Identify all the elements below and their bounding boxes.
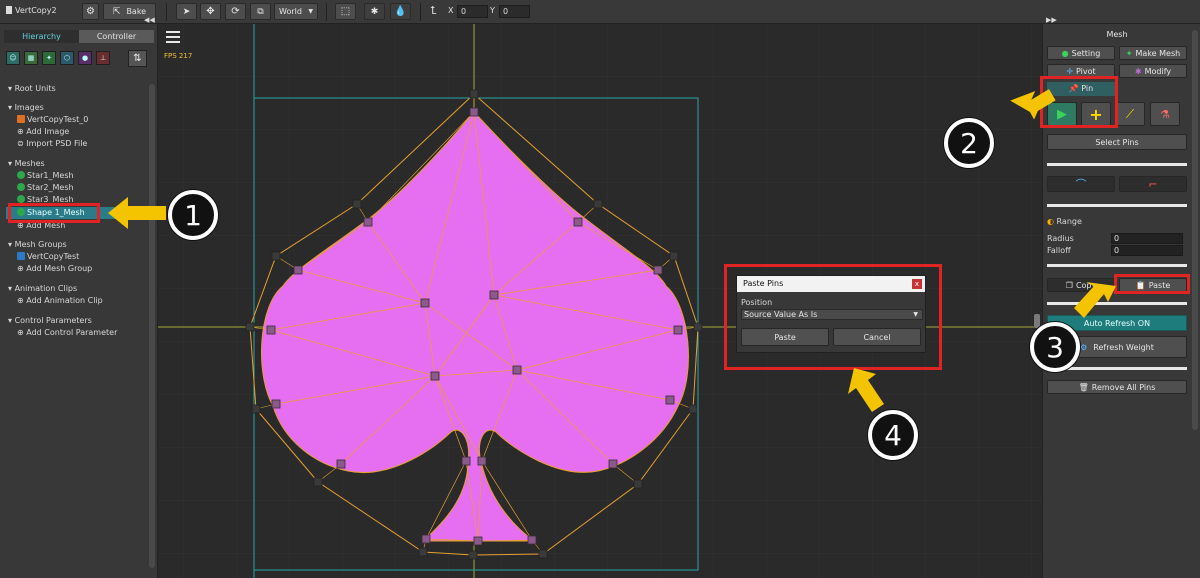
arrow-4 [848,368,884,412]
arrow-2 [1010,89,1056,120]
callout-4: 4 [868,410,918,460]
callout-3: 3 [1030,322,1080,372]
callout-1: 1 [168,190,218,240]
annotation-arrows [108,89,1116,412]
callout-2: 2 [944,118,994,168]
arrow-3 [1074,282,1116,318]
arrow-1 [108,197,166,229]
app-window: VertCopy2 ⚙ ⇱ Bake ➤ ✥ ⟳ ⧉ World ▼ ⬚ ✱ 💧… [0,0,1200,578]
